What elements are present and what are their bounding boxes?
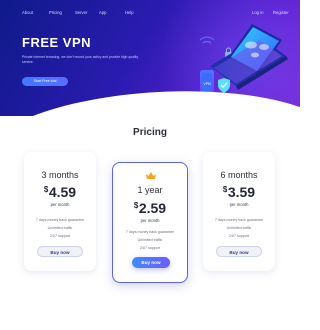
- feature-item: 7 days money back guarantee: [214, 218, 264, 222]
- feature-item: 24/7 support: [140, 246, 160, 250]
- hero-banner: About Pricing Server App Help Log in Reg…: [0, 0, 300, 116]
- nav-link-pricing[interactable]: Pricing: [49, 10, 62, 15]
- feature-item: Unlimited traffic: [226, 226, 252, 230]
- buy-now-button[interactable]: Buy now: [132, 257, 170, 268]
- plan-price: $4.59: [24, 184, 96, 200]
- hero-title: FREE VPN: [22, 35, 92, 50]
- currency-symbol: $: [133, 201, 139, 210]
- feature-item: Unlimited traffic: [137, 238, 163, 242]
- svg-text:VPN: VPN: [203, 82, 211, 86]
- currency-symbol: $: [43, 185, 49, 194]
- plan-term: 3 months: [41, 170, 79, 180]
- nav-link-app[interactable]: App: [99, 10, 106, 15]
- buy-now-button[interactable]: Buy now: [216, 246, 262, 257]
- top-nav: About Pricing Server App Help Log in Reg…: [0, 10, 300, 20]
- register-link[interactable]: Register: [273, 10, 289, 15]
- price-period: per month: [50, 202, 70, 207]
- nav-link-server[interactable]: Server: [75, 10, 87, 15]
- hero-description: Private internet browsing, we don't reco…: [22, 55, 139, 64]
- plan-price: $2.59: [113, 200, 187, 216]
- price-value: 2.59: [138, 200, 167, 216]
- plan-term: 6 months: [220, 170, 258, 180]
- plan-card-6-months: 6 months $3.59 per month 7 days money ba…: [203, 152, 275, 271]
- plan-card-3-months: 3 months $4.59 per month 7 days money ba…: [24, 152, 96, 271]
- feature-item: 7 days money back guarantee: [125, 230, 175, 234]
- plan-card-1-year: 1 year $2.59 per month 7 days money back…: [112, 162, 188, 283]
- price-value: 4.59: [48, 184, 77, 200]
- crown-icon: [146, 172, 156, 179]
- pricing-title: Pricing: [133, 127, 167, 138]
- feature-item: 7 days money back guarantee: [35, 218, 85, 222]
- login-link[interactable]: Log in: [252, 10, 263, 15]
- price-period: per month: [140, 218, 160, 223]
- plan-price: $3.59: [203, 184, 275, 200]
- nav-link-about[interactable]: About: [22, 10, 33, 15]
- buy-now-button[interactable]: Buy now: [37, 246, 83, 257]
- feature-item: 24/7 support: [50, 234, 70, 238]
- start-trial-button[interactable]: Start Free trial: [22, 77, 68, 86]
- feature-item: Unlimited traffic: [47, 226, 73, 230]
- shield-icon: [218, 78, 230, 93]
- price-period: per month: [229, 202, 249, 207]
- price-value: 3.59: [227, 184, 256, 200]
- nav-link-help[interactable]: Help: [125, 10, 134, 15]
- feature-item: 24/7 support: [229, 234, 249, 238]
- plan-term: 1 year: [137, 185, 163, 195]
- currency-symbol: $: [222, 185, 228, 194]
